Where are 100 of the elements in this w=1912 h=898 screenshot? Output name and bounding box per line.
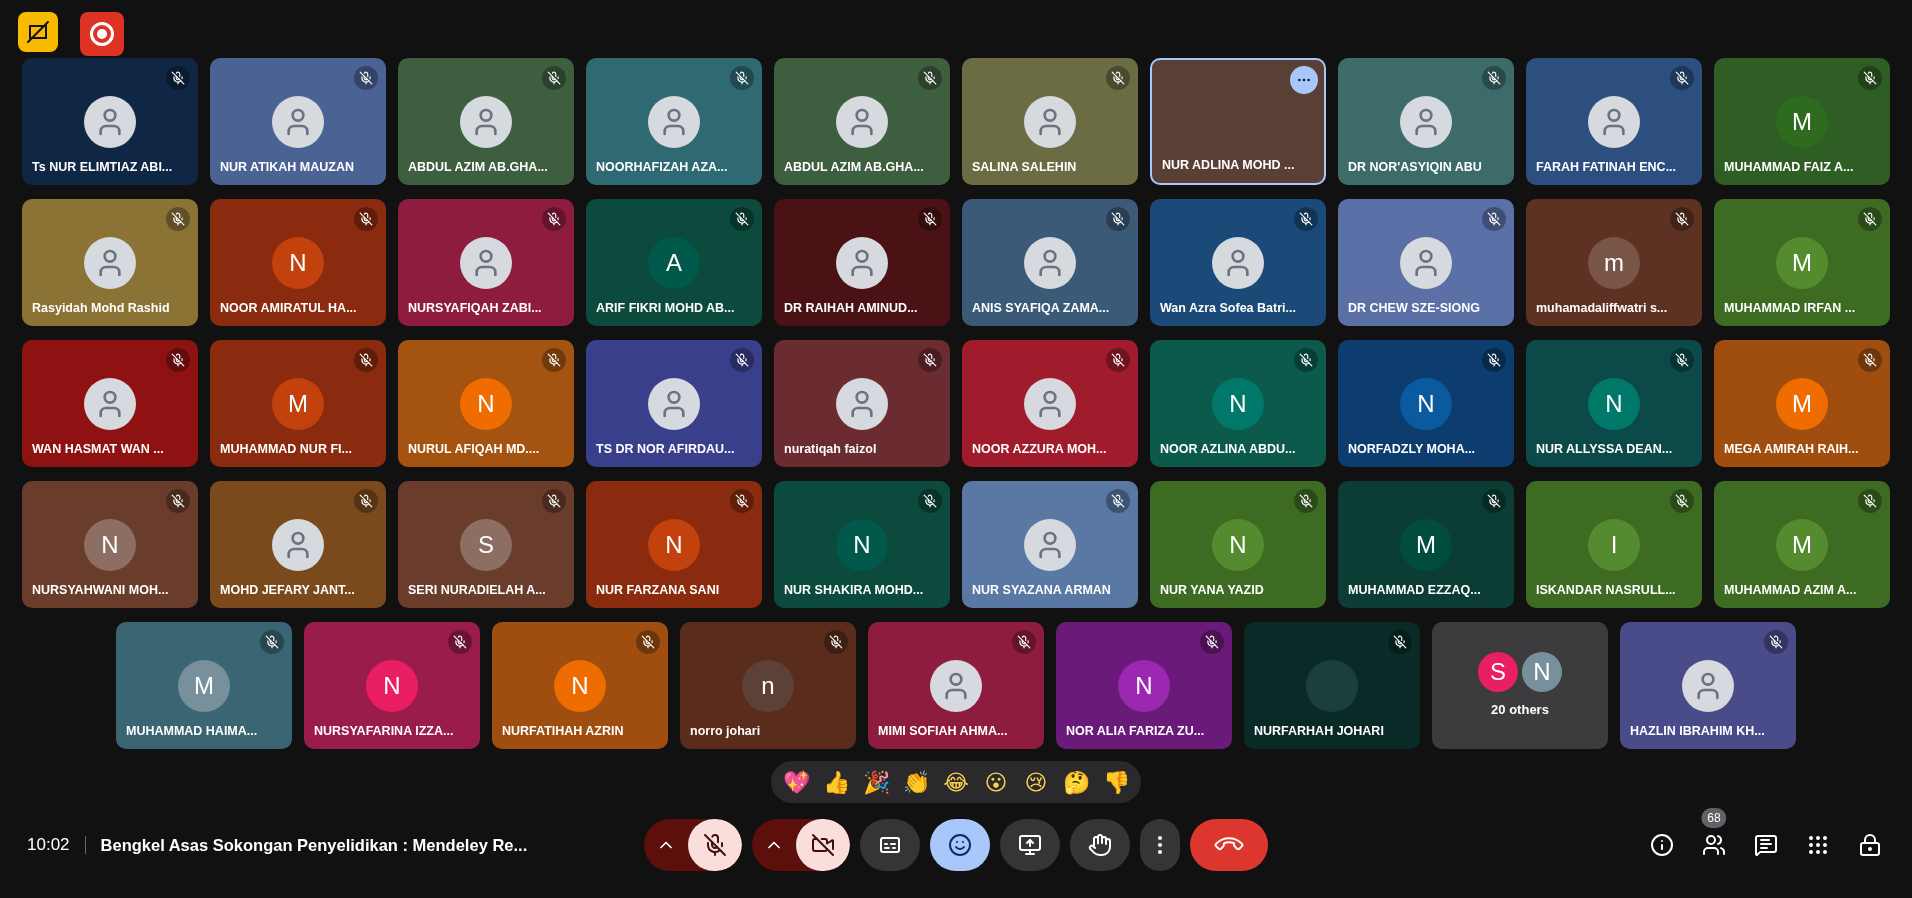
participant-tile[interactable]: S N 20 others — [1432, 622, 1608, 749]
smiley-icon — [948, 833, 972, 857]
participant-tile[interactable]: M MUHAMMAD EZZAQ... — [1338, 481, 1514, 608]
avatar-icon — [1024, 236, 1076, 289]
participant-tile[interactable]: N NUR FARZANA SANI — [586, 481, 762, 608]
participant-tile[interactable]: N NUR YANA YAZID — [1150, 481, 1326, 608]
participant-tile[interactable]: N NORFADZLY MOHA... — [1338, 340, 1514, 467]
participant-name: MUHAMMAD IRFAN ... — [1724, 300, 1856, 318]
avatar-initial: N — [1118, 659, 1170, 712]
record-icon[interactable] — [80, 12, 124, 56]
avatar-initial: M — [1400, 518, 1452, 571]
participant-name: NUR SHAKIRA MOHD... — [784, 582, 924, 600]
participant-tile[interactable]: A ARIF FIKRI MOHD AB... — [586, 199, 762, 326]
avatar-initial: M — [1776, 377, 1828, 430]
reaction-button[interactable]: 😮 — [977, 765, 1015, 799]
participant-tile[interactable]: N NURSYAHWANI MOH... — [22, 481, 198, 608]
participant-tile[interactable]: N NOOR AMIRATUL HA... — [210, 199, 386, 326]
participant-tile[interactable]: M MEGA AMIRAH RAIH... — [1714, 340, 1890, 467]
reaction-button[interactable]: 💖 — [777, 765, 815, 799]
participant-name: NOR ALIA FARIZA ZU... — [1066, 723, 1205, 741]
participant-tile[interactable]: M MUHAMMAD FAIZ A... — [1714, 58, 1890, 185]
participant-name: SALINA SALEHIN — [972, 159, 1077, 177]
participant-tile[interactable]: NURSYAFIQAH ZABI... — [398, 199, 574, 326]
participant-name: nuratiqah faizol — [784, 441, 877, 459]
camera-control[interactable] — [752, 819, 850, 871]
participant-tile[interactable]: ABDUL AZIM AB.GHA... — [774, 58, 950, 185]
participant-tile[interactable]: TS DR NOR AFIRDAU... — [586, 340, 762, 467]
hand-button[interactable] — [1070, 819, 1130, 871]
reaction-button[interactable]: 🎉 — [857, 765, 895, 799]
participant-tile[interactable]: DR NOR'ASYIQIN ABU — [1338, 58, 1514, 185]
participant-tile[interactable]: N NUR SHAKIRA MOHD... — [774, 481, 950, 608]
participant-tile[interactable]: NUR ATIKAH MAUZAN — [210, 58, 386, 185]
participant-name: SERI NURADIELAH A... — [408, 582, 546, 600]
participant-name: FARAH FATINAH ENC... — [1536, 159, 1677, 177]
microphone-control[interactable] — [644, 819, 742, 871]
present-button[interactable] — [1000, 819, 1060, 871]
participant-tile[interactable]: Wan Azra Sofea Batri... — [1150, 199, 1326, 326]
reaction-button[interactable]: 👍 — [817, 765, 855, 799]
participant-name: norro johari — [690, 723, 761, 741]
avatar-icon — [84, 95, 136, 148]
reaction-button[interactable]: 😂 — [937, 765, 975, 799]
participant-name: NOOR AMIRATUL HA... — [220, 300, 357, 318]
avatar-initial: N — [1522, 651, 1562, 692]
reaction-button[interactable]: 👏 — [897, 765, 935, 799]
participant-name: MOHD JEFARY JANT... — [220, 582, 355, 600]
participant-tile[interactable]: M MUHAMMAD AZIM A... — [1714, 481, 1890, 608]
participant-tile[interactable]: M MUHAMMAD IRFAN ... — [1714, 199, 1890, 326]
participant-name: NURSYAHWANI MOH... — [32, 582, 169, 600]
participant-tile[interactable]: N NUR ALLYSSA DEAN... — [1526, 340, 1702, 467]
avatar-icon — [1682, 659, 1734, 712]
participant-tile[interactable]: HAZLIN IBRAHIM KH... — [1620, 622, 1796, 749]
participant-tile[interactable]: NUR SYAZANA ARMAN — [962, 481, 1138, 608]
participant-tile[interactable]: n norro johari — [680, 622, 856, 749]
participant-tile[interactable]: MOHD JEFARY JANT... — [210, 481, 386, 608]
participant-name: NOOR AZLINA ABDU... — [1160, 441, 1296, 459]
participant-tile[interactable]: ANIS SYAFIQA ZAMA... — [962, 199, 1138, 326]
participant-tile[interactable]: N NOOR AZLINA ABDU... — [1150, 340, 1326, 467]
avatar-initial: N — [272, 236, 324, 289]
participant-name: NUR ATIKAH MAUZAN — [220, 159, 354, 177]
participant-tile[interactable]: ABDUL AZIM AB.GHA... — [398, 58, 574, 185]
participant-name: NORFADZLY MOHA... — [1348, 441, 1476, 459]
participant-tile[interactable]: DR RAIHAH AMINUD... — [774, 199, 950, 326]
participant-tile[interactable]: MIMI SOFIAH AHMA... — [868, 622, 1044, 749]
participant-tile[interactable]: NOORHAFIZAH AZA... — [586, 58, 762, 185]
captions-button[interactable] — [860, 819, 920, 871]
participant-tile[interactable]: m muhamadaliffwatri s... — [1526, 199, 1702, 326]
others-count: 20 others — [1491, 700, 1549, 719]
participant-tile[interactable]: N NURSYAFARINA IZZA... — [304, 622, 480, 749]
participant-tile[interactable]: N NURUL AFIQAH MD.... — [398, 340, 574, 467]
participant-tile[interactable]: Ts NUR ELIMTIAZ ABI... — [22, 58, 198, 185]
participant-name: HAZLIN IBRAHIM KH... — [1630, 723, 1765, 741]
participant-tile[interactable]: DR CHEW SZE-SIONG — [1338, 199, 1514, 326]
video-tile[interactable]: NUR ADLINA MOHD ... — [1150, 58, 1326, 185]
participant-tile[interactable]: I ISKANDAR NASRULL... — [1526, 481, 1702, 608]
participant-tile[interactable]: N NURFATIHAH AZRIN — [492, 622, 668, 749]
participant-tile[interactable]: M MUHAMMAD NUR FI... — [210, 340, 386, 467]
reaction-button[interactable]: 😢 — [1017, 765, 1055, 799]
participant-name: ARIF FIKRI MOHD AB... — [596, 300, 735, 318]
reaction-button[interactable]: 👎 — [1097, 765, 1135, 799]
participant-tile[interactable]: WAN HASMAT WAN ... — [22, 340, 198, 467]
more-options-button[interactable] — [1290, 66, 1318, 94]
participant-tile[interactable]: Rasyidah Mohd Rashid — [22, 199, 198, 326]
participant-tile[interactable]: N NOR ALIA FARIZA ZU... — [1056, 622, 1232, 749]
avatar-initial: M — [1776, 95, 1828, 148]
avatar-icon — [84, 377, 136, 430]
participant-tile[interactable]: NOOR AZZURA MOH... — [962, 340, 1138, 467]
participant-tile[interactable]: M MUHAMMAD HAIMA... — [116, 622, 292, 749]
lock-icon — [1858, 833, 1882, 857]
participant-tile[interactable]: SALINA SALEHIN — [962, 58, 1138, 185]
participant-tile[interactable]: S SERI NURADIELAH A... — [398, 481, 574, 608]
crossed-out-icon[interactable] — [18, 12, 58, 52]
participant-tile[interactable]: nuratiqah faizol — [774, 340, 950, 467]
leave-button[interactable] — [1190, 819, 1268, 871]
reaction-button[interactable]: 🤔 — [1057, 765, 1095, 799]
avatar-icon — [272, 518, 324, 571]
more-button[interactable] — [1140, 819, 1180, 871]
participant-tile[interactable]: NURFARHAH JOHARI — [1244, 622, 1420, 749]
avatar-icon — [1400, 95, 1452, 148]
reactions-button[interactable] — [930, 819, 990, 871]
participant-tile[interactable]: FARAH FATINAH ENC... — [1526, 58, 1702, 185]
